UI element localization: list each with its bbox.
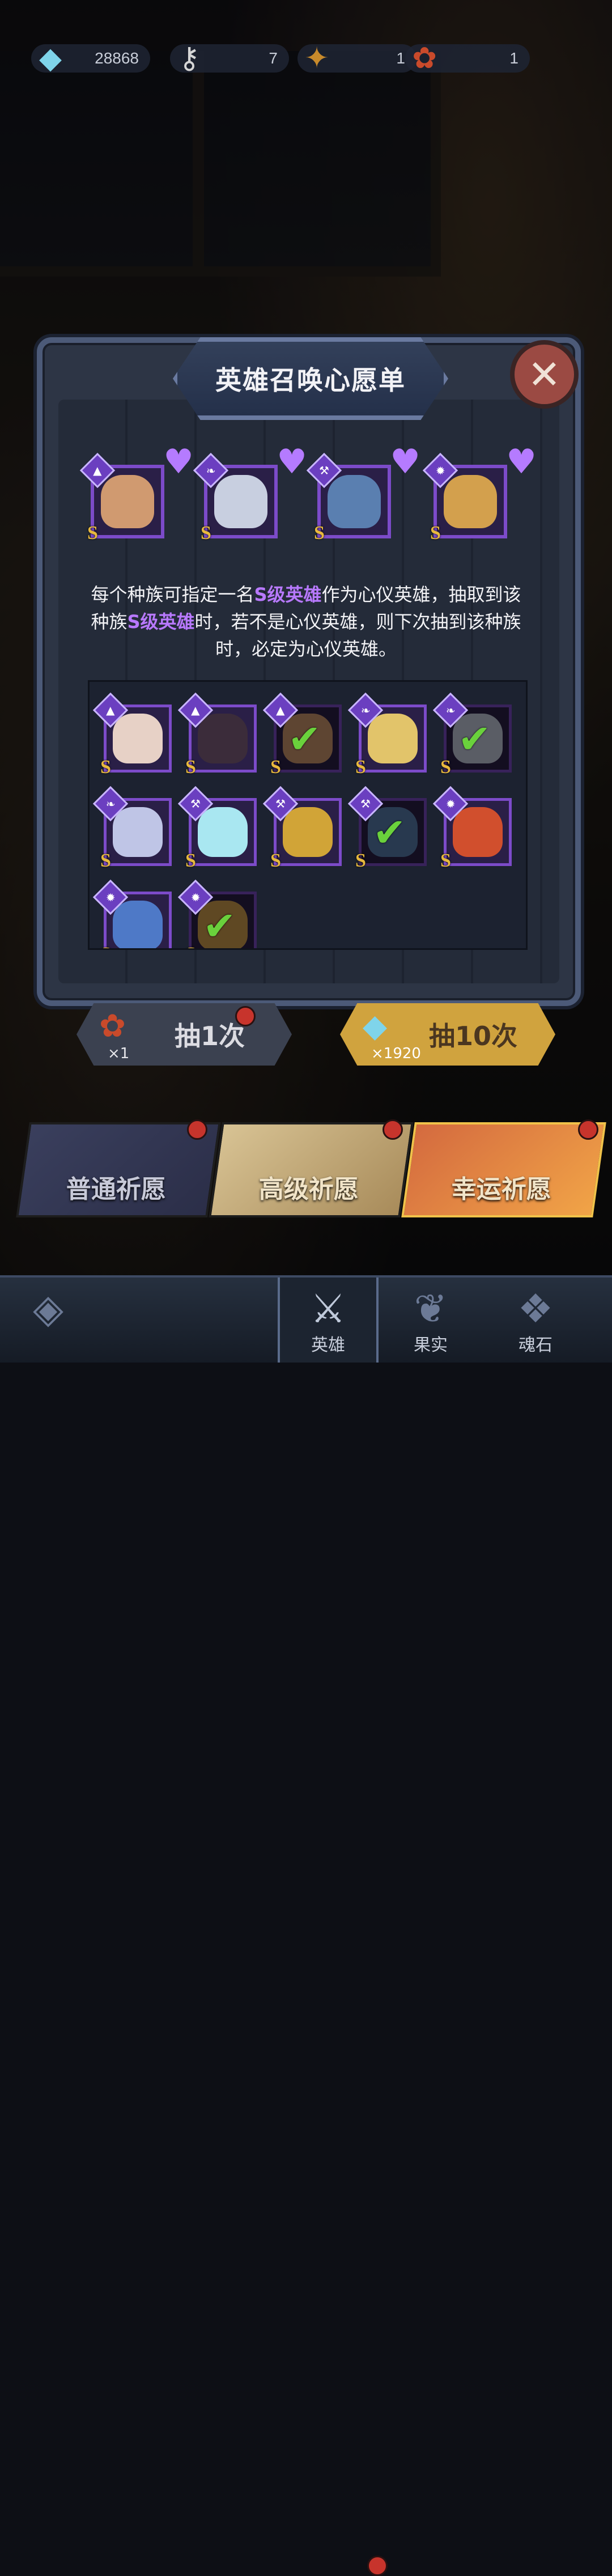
notification-dot	[187, 1119, 207, 1140]
tier-badge: S	[440, 850, 451, 871]
wish-hero-row: ▲ S ♥ ❧ S ♥ ⚒ S ♥ ✹ S ♥	[79, 442, 555, 550]
nav-hero[interactable]: ⚔ 英雄	[278, 1278, 379, 1363]
hero-helmet-icon: ⚔	[310, 1285, 346, 1332]
nav-label: 果实	[414, 1335, 448, 1355]
resource-bar: ◆ 28868 ⚷ 7 ✦ 1 ✿ 1	[31, 40, 530, 79]
heart-icon: ♥	[390, 442, 420, 482]
tier-badge: S	[314, 523, 325, 544]
hero-cell[interactable]: ✹ S	[432, 786, 512, 871]
menu-emblem-icon: ◈	[33, 1285, 63, 1332]
desc-highlight: S级英雄	[254, 584, 322, 605]
notification-dot	[235, 1006, 256, 1026]
resource-value: 7	[269, 49, 278, 67]
close-icon: ✕	[528, 351, 561, 398]
hero-cell[interactable]: ❧ S ✔	[432, 692, 512, 778]
desc-text: 每个种族可指定一名	[91, 584, 254, 605]
heart-icon: ♥	[277, 442, 307, 482]
tier-badge: S	[270, 757, 281, 778]
tier-badge: S	[355, 757, 366, 778]
tier-badge: S	[270, 850, 281, 871]
diamond-icon: ◆	[363, 1008, 388, 1045]
heart-icon: ♥	[163, 442, 194, 482]
tier-badge: S	[185, 757, 196, 778]
hero-cell[interactable]: ✹ S ✔	[177, 879, 257, 949]
ticket-icon: ✿	[99, 1008, 126, 1045]
draw-cost: ×1	[108, 1045, 130, 1062]
tier-badge: S	[185, 944, 196, 948]
tier-badge: S	[100, 850, 111, 871]
wish-slot[interactable]: ▲ S ♥	[79, 442, 194, 544]
dialog-title: 英雄召唤心愿单	[215, 365, 406, 396]
draw-label: 抽1次	[174, 1021, 245, 1051]
nav-fruit[interactable]: ❦ 果实	[382, 1278, 479, 1363]
checkmark-icon: ✔	[373, 809, 406, 856]
bottom-nav: ◈ ⚔ 英雄 ❦ 果实 ❖ 魂石	[0, 1275, 612, 2576]
nav-label: 英雄	[311, 1335, 345, 1355]
resource-value: 28868	[95, 49, 139, 67]
hero-cell[interactable]: ❧ S	[92, 786, 172, 871]
diamond-icon: ◆	[39, 41, 62, 75]
banner-label: 高级祈愿	[258, 1175, 359, 1204]
wish-slot[interactable]: ✹ S ♥	[422, 442, 537, 544]
checkmark-icon: ✔	[288, 716, 321, 762]
banner-label: 幸运祈愿	[451, 1175, 551, 1204]
draw-label: 抽10次	[428, 1021, 517, 1051]
notification-dot	[367, 2556, 388, 2576]
hero-cell[interactable]: ✹ S	[92, 879, 172, 948]
hero-selection-grid: ▲ S ▲ S ▲ S ✔ ❧ S ❧ S ✔ ❧ S ⚒ S ⚒ S ⚒ S …	[88, 680, 528, 950]
hero-cell[interactable]: ▲ S ✔	[262, 692, 342, 778]
heart-icon: ♥	[506, 442, 537, 482]
advanced-pray-banner[interactable]: 高级祈愿	[209, 1122, 414, 1217]
notification-dot	[578, 1119, 598, 1140]
checkmark-icon: ✔	[458, 716, 491, 762]
soul-stone-icon: ❖	[517, 1285, 554, 1332]
tier-badge: S	[87, 523, 98, 544]
resource-diamond[interactable]: ◆ 28868	[31, 41, 150, 75]
desc-highlight: S级英雄	[127, 611, 195, 633]
lucky-pray-banner[interactable]: 幸运祈愿	[401, 1122, 606, 1217]
tier-badge: S	[100, 944, 111, 948]
ticket-icon: ✿	[412, 41, 437, 75]
tier-badge: S	[355, 850, 366, 871]
hero-cell[interactable]: ❧ S	[347, 692, 427, 778]
nav-menu[interactable]: ◈	[0, 1278, 96, 1363]
draw-cost: ×1920	[371, 1045, 421, 1062]
tier-badge: S	[440, 757, 451, 778]
draw-ten-button[interactable]: ◆ ×1920 抽10次	[340, 1003, 555, 1066]
resource-value: 1	[509, 49, 518, 67]
key-icon: ⚷	[178, 41, 201, 75]
resource-scroll: ✦ 1	[298, 41, 416, 75]
tier-badge: S	[185, 850, 196, 871]
resource-key: ⚷ 7	[170, 41, 289, 75]
banner-label: 普通祈愿	[66, 1175, 166, 1204]
notification-dot	[382, 1119, 403, 1140]
hero-cell[interactable]: ⚒ S	[262, 786, 342, 871]
hero-cell[interactable]: ▲ S	[177, 692, 257, 778]
draw-once-button[interactable]: ✿ ×1 抽1次	[76, 1003, 292, 1066]
desc-text: 时，若不是心仪英雄，则下次抽到该种族时，必定为心仪英雄。	[194, 611, 521, 660]
wish-slot[interactable]: ❧ S ♥	[193, 442, 307, 544]
tier-badge: S	[100, 757, 111, 778]
scroll-icon: ✦	[304, 41, 329, 75]
tier-badge: S	[201, 523, 211, 544]
fruit-icon: ❦	[414, 1285, 448, 1332]
wish-slot[interactable]: ⚒ S ♥	[306, 442, 420, 544]
checkmark-icon: ✔	[203, 903, 236, 949]
nav-soul-stone[interactable]: ❖ 魂石	[487, 1278, 584, 1363]
dialog-title-plate: 英雄召唤心愿单	[173, 337, 448, 420]
resource-ticket: ✿ 1	[405, 41, 530, 75]
tier-badge: S	[430, 523, 441, 544]
hero-cell[interactable]: ⚒ S ✔	[347, 786, 427, 871]
hero-cell[interactable]: ▲ S	[92, 692, 172, 778]
close-button[interactable]: ✕	[510, 340, 579, 409]
nav-label: 魂石	[518, 1335, 552, 1355]
wishlist-description: 每个种族可指定一名S级英雄作为心仪英雄，抽取到该种族S级英雄时，若不是心仪英雄，…	[91, 581, 521, 663]
hero-cell[interactable]: ⚒ S	[177, 786, 257, 871]
